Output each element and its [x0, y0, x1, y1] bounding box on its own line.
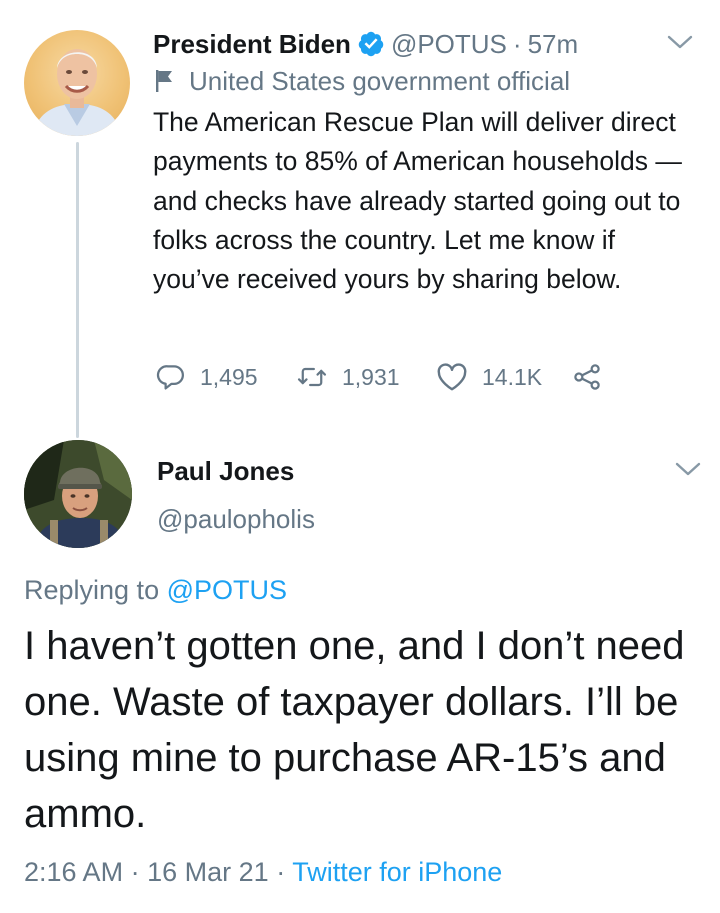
share-button[interactable] [572, 362, 602, 392]
replying-to-link[interactable]: @POTUS [167, 575, 287, 605]
tweet-meta-line: 2:16 AM · 16 Mar 21 · Twitter for iPhone [24, 852, 502, 892]
reply-author-name[interactable]: Paul Jones [157, 452, 294, 490]
meta-separator: · [130, 857, 140, 887]
like-icon [437, 363, 467, 391]
author-name[interactable]: President Biden [153, 24, 351, 64]
replying-to-line: Replying to @POTUS [24, 570, 287, 610]
replying-prefix: Replying to [24, 575, 160, 605]
reply-author-handle[interactable]: @paulopholis [157, 500, 315, 538]
tweet-time-ago[interactable]: 57m [528, 24, 579, 64]
verified-badge-icon [358, 31, 384, 57]
retweet-button[interactable]: 1,931 [296, 362, 436, 392]
reply-tweet-text: I haven’t gotten one, and I don’t need o… [24, 624, 685, 836]
like-button[interactable]: 14.1K [436, 362, 572, 392]
tweet-action-bar: 1,495 1,931 14.1K [156, 357, 602, 397]
reply-icon [156, 365, 184, 390]
tweet-thread: President Biden @POTUS · 57m United Stat… [0, 0, 720, 913]
avatar-president-biden[interactable] [24, 30, 130, 136]
parent-tweet-text: The American Rescue Plan will deliver di… [153, 107, 682, 295]
avatar-paul-jones[interactable] [24, 440, 132, 548]
reply-button[interactable]: 1,495 [156, 362, 296, 392]
retweet-icon [297, 367, 327, 387]
flag-icon [156, 70, 172, 92]
account-label[interactable]: United States government official [153, 62, 570, 100]
tweet-time: 2:16 AM [24, 857, 124, 887]
retweet-count: 1,931 [342, 363, 400, 390]
like-count: 14.1K [482, 363, 543, 390]
reply-count: 1,495 [200, 363, 258, 390]
account-label-text: United States government official [189, 65, 571, 96]
chevron-down-icon[interactable] [674, 460, 702, 478]
chevron-down-icon[interactable] [666, 33, 694, 51]
share-icon [574, 364, 600, 390]
meta-separator: · [276, 857, 286, 887]
tweet-date: 16 Mar 21 [147, 857, 269, 887]
author-handle[interactable]: @POTUS [391, 24, 507, 64]
thread-connector-line [76, 142, 79, 438]
parent-tweet-header: President Biden @POTUS · 57m [153, 24, 578, 64]
header-separator: · [512, 29, 522, 59]
tweet-source-link[interactable]: Twitter for iPhone [292, 857, 502, 887]
